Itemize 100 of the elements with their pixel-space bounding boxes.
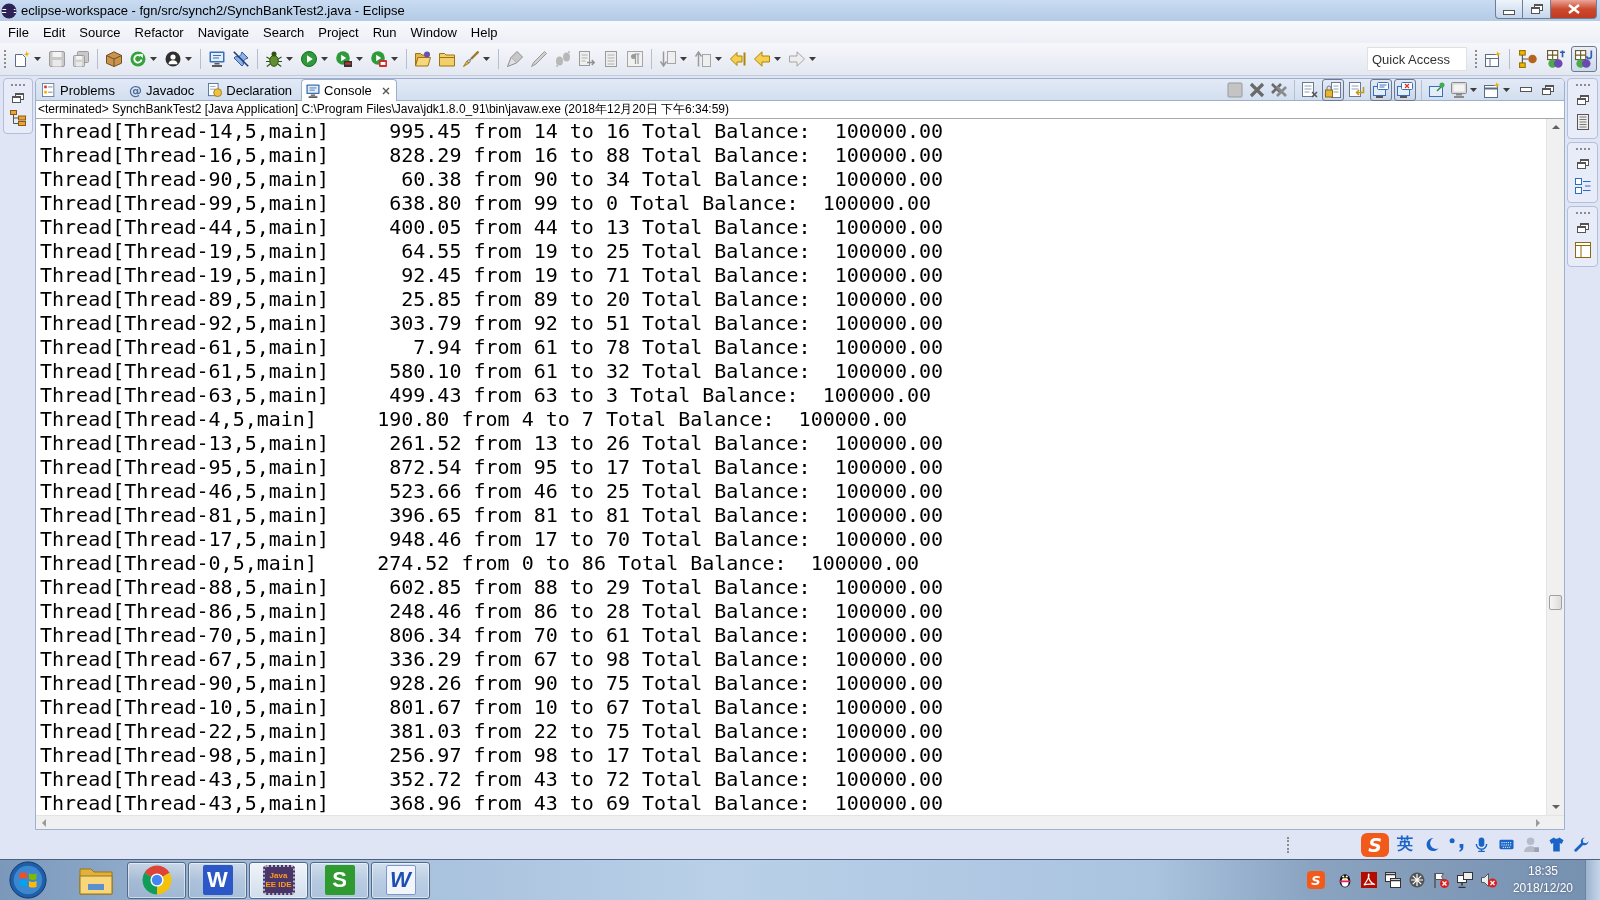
clear-page-icon[interactable]: [1302, 81, 1318, 98]
document-arrow-icon[interactable]: [579, 51, 595, 67]
menu-item[interactable]: Edit: [35, 22, 73, 42]
dropdown-caret-icon[interactable]: [715, 57, 722, 61]
close-icon[interactable]: [381, 86, 390, 95]
console-status-line: <terminated> SynchBankTest2 [Java Application] C:\Program Files\Java\jdk1.8.0_91\bin\javaw.exe (2018年12月20日 下午6:34:59): [38, 102, 730, 117]
restore-icon[interactable]: [1576, 223, 1589, 233]
minimize-button[interactable]: [1495, 0, 1523, 19]
dropdown-caret-icon[interactable]: [680, 57, 687, 61]
menu-item[interactable]: Help: [463, 22, 505, 42]
restore-button[interactable]: [1523, 0, 1551, 19]
console-line: Thread[Thread-4,5,main] 190.80 from 4 to 7 Total Balance: 100000.00: [40, 407, 907, 431]
shirt-icon[interactable]: [1549, 837, 1564, 852]
overlapping-windows-icon[interactable]: [1384, 872, 1401, 888]
taskbar-button[interactable]: S: [310, 861, 369, 899]
dropdown-caret-icon[interactable]: [185, 57, 192, 61]
dropdown-caret-icon[interactable]: [1503, 87, 1510, 92]
speaker-muted-icon[interactable]: [1480, 872, 1497, 888]
taskbar-button[interactable]: W: [188, 861, 247, 899]
moon-icon[interactable]: [1424, 837, 1439, 852]
view-tab[interactable]: Console: [301, 79, 397, 101]
restore-icon[interactable]: [11, 93, 24, 103]
perspective-button[interactable]: [1571, 46, 1597, 72]
problem-list-icon: [42, 83, 56, 97]
dropdown-caret-icon[interactable]: [391, 57, 398, 61]
padlock-page-icon: [1325, 81, 1341, 98]
snowflake-icon[interactable]: [1408, 872, 1425, 888]
ime-mode-toggle[interactable]: 英: [1393, 834, 1417, 855]
vertical-scrollbar[interactable]: [1546, 119, 1564, 815]
dropdown-caret-icon[interactable]: [483, 57, 490, 61]
back-arrow-bar-icon[interactable]: [730, 51, 746, 67]
menu-item[interactable]: Search: [256, 22, 312, 42]
brush-icon[interactable]: [463, 51, 479, 67]
play-icon[interactable]: [301, 51, 317, 67]
taskbar-button[interactable]: [127, 861, 186, 899]
pinned-monitor-icon[interactable]: [1429, 81, 1445, 98]
square-logo-icon[interactable]: [1360, 872, 1377, 888]
scrollbar-thumb[interactable]: [1549, 595, 1562, 610]
taskbar-button[interactable]: W: [371, 861, 430, 899]
new-window-icon[interactable]: [1484, 81, 1500, 98]
menu-item[interactable]: Refactor: [127, 22, 191, 42]
microphone-icon[interactable]: [1474, 837, 1489, 852]
person-icon[interactable]: [165, 51, 181, 67]
taskbar-button[interactable]: Java EE IDE: [249, 861, 308, 899]
menu-item[interactable]: Project: [311, 22, 366, 42]
folder-icon[interactable]: [439, 51, 455, 67]
dropdown-caret-icon[interactable]: [1470, 87, 1477, 92]
toggle-button[interactable]: [1370, 79, 1392, 101]
keyboard-icon[interactable]: [1499, 837, 1514, 852]
dropdown-caret-icon[interactable]: [356, 57, 363, 61]
toggle-button[interactable]: [1394, 79, 1416, 101]
minimize-icon[interactable]: [1520, 87, 1532, 92]
tree-icon[interactable]: [9, 110, 26, 126]
restore-icon[interactable]: [1542, 84, 1554, 95]
box-icon[interactable]: [106, 51, 122, 67]
restore-icon[interactable]: [1576, 95, 1589, 105]
app-logo: Java EE IDE: [262, 865, 295, 895]
dropdown-caret-icon[interactable]: [774, 57, 781, 61]
toggle-button[interactable]: [1322, 79, 1344, 101]
play-toolbox-icon[interactable]: [336, 51, 352, 67]
monitor-speech-icon: [1373, 81, 1389, 98]
dropdown-caret-icon[interactable]: [34, 57, 41, 61]
menu-item[interactable]: File: [1, 22, 36, 42]
dot-comma-icon[interactable]: [1449, 837, 1464, 852]
down-arrow-icon[interactable]: [1551, 805, 1560, 809]
play-square-badge-icon[interactable]: [371, 51, 387, 67]
network-icon[interactable]: [1456, 872, 1473, 888]
window-layout-icon[interactable]: [1574, 242, 1591, 258]
up-arrow-icon[interactable]: [1551, 125, 1560, 129]
view-tab[interactable]: Declaration: [203, 79, 300, 100]
monitor-icon[interactable]: [209, 51, 225, 67]
marker-icon[interactable]: [507, 51, 523, 67]
new-file-icon[interactable]: [14, 51, 30, 67]
folder-icon: [78, 865, 113, 895]
flag-error-icon[interactable]: [1432, 872, 1449, 888]
double-x-mark-icon[interactable]: [1271, 81, 1287, 98]
console-line: Thread[Thread-17,5,main] 948.46 from 17 to 70 Total Balance: 100000.00: [40, 527, 944, 551]
wrench-icon[interactable]: [1574, 837, 1589, 852]
menu-item[interactable]: Navigate: [190, 22, 256, 42]
dropdown-caret-icon[interactable]: [150, 57, 157, 61]
x-mark-icon[interactable]: [1249, 81, 1265, 98]
dropdown-caret-icon[interactable]: [286, 57, 293, 61]
app-logo: W: [202, 865, 233, 895]
restore-icon[interactable]: [1576, 159, 1589, 169]
menu-item[interactable]: Source: [72, 22, 128, 42]
quick-access-field[interactable]: Quick Access: [1367, 47, 1467, 71]
open-folder-icon[interactable]: [415, 51, 431, 67]
slashed-pin-icon[interactable]: [233, 51, 249, 67]
dropdown-caret-icon[interactable]: [321, 57, 328, 61]
bug-icon[interactable]: [266, 51, 282, 67]
start-button[interactable]: [6, 860, 50, 900]
view-tab[interactable]: Problems: [37, 79, 122, 100]
show-desktop-button[interactable]: [1585, 860, 1600, 900]
menu-item[interactable]: Window: [403, 22, 464, 42]
document-list-icon[interactable]: [1574, 114, 1591, 130]
menu-item[interactable]: Run: [365, 22, 404, 42]
close-button[interactable]: [1551, 0, 1597, 19]
dropdown-caret-icon[interactable]: [809, 57, 816, 61]
open-perspective-icon[interactable]: [1485, 51, 1501, 67]
outline-icon[interactable]: [1574, 178, 1591, 194]
